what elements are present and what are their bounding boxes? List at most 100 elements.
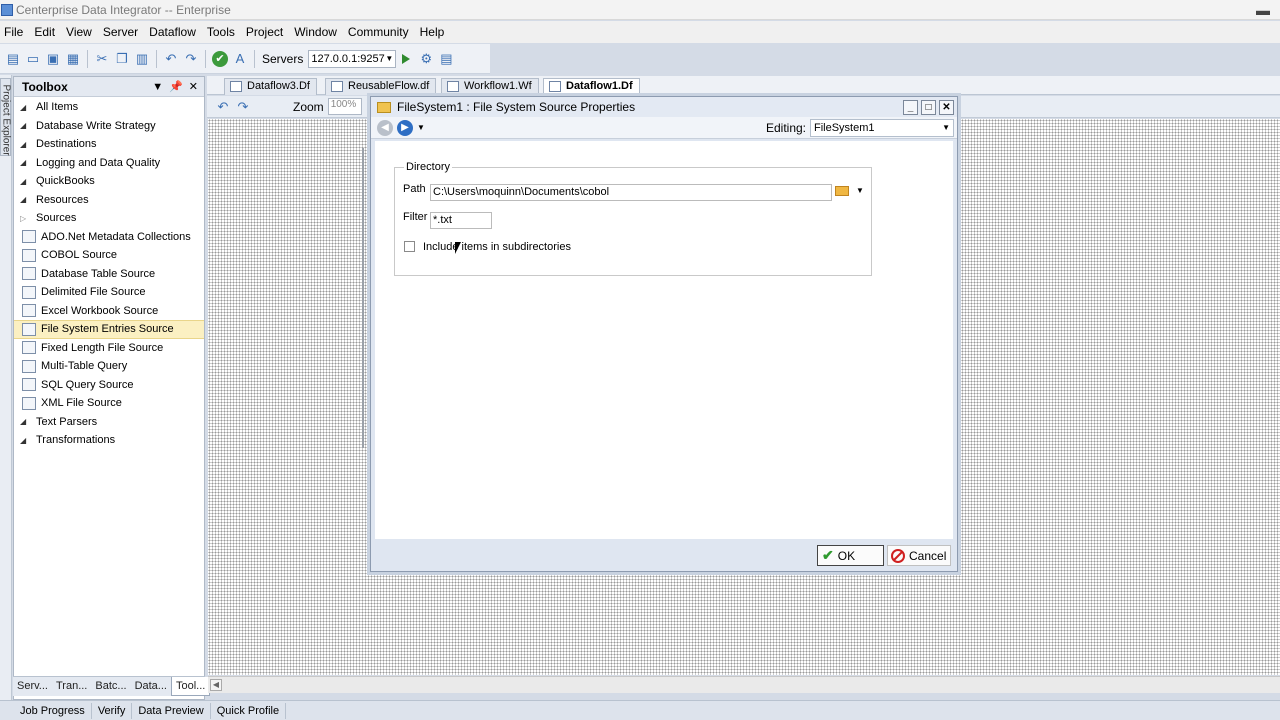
back-arrow-icon[interactable]: ◀ bbox=[377, 119, 393, 136]
bottom-tab[interactable]: Job Progress bbox=[14, 702, 92, 719]
collapse-arrow-icon[interactable]: ◢ bbox=[20, 158, 36, 167]
close-icon[interactable]: ✕ bbox=[939, 99, 954, 115]
save-icon[interactable]: ▣ bbox=[43, 49, 63, 69]
collapse-arrow-icon[interactable]: ◢ bbox=[20, 121, 36, 130]
panel-tab[interactable]: Batc... bbox=[91, 677, 130, 696]
panel-tab[interactable]: Serv... bbox=[13, 677, 52, 696]
toolbox-category[interactable]: ◢ All Items bbox=[14, 98, 204, 117]
copy-icon[interactable]: ❐ bbox=[112, 49, 132, 69]
redo-icon[interactable]: ↷ bbox=[181, 49, 201, 69]
menu-dataflow[interactable]: Dataflow bbox=[145, 25, 203, 39]
ok-button[interactable]: ✔ OK bbox=[817, 545, 884, 566]
font-icon[interactable]: A bbox=[230, 49, 250, 69]
open-folder-icon[interactable]: ▭ bbox=[23, 49, 43, 69]
toolbox-category[interactable]: ◢ Text Parsers bbox=[14, 413, 204, 432]
toolbox-category[interactable]: ◢ Destinations bbox=[14, 135, 204, 154]
doc-tab[interactable]: Dataflow1.Df bbox=[543, 78, 640, 95]
menu-file[interactable]: File bbox=[0, 25, 30, 39]
include-subdirectories-checkbox[interactable] bbox=[404, 241, 415, 252]
cut-icon[interactable]: ✂ bbox=[92, 49, 112, 69]
doc-tab[interactable]: ReusableFlow.df bbox=[325, 78, 437, 95]
chevron-down-icon[interactable]: ▼ bbox=[417, 123, 425, 132]
editing-select[interactable]: FileSystem1 ▼ bbox=[810, 118, 954, 137]
close-icon[interactable]: ✕ bbox=[189, 80, 198, 93]
filter-input[interactable]: *.txt bbox=[430, 212, 492, 229]
panel-tab[interactable]: Data... bbox=[131, 677, 171, 696]
toolbox-item[interactable]: COBOL Source bbox=[14, 246, 204, 265]
forward-arrow-icon[interactable]: ▶ bbox=[397, 119, 413, 136]
menu-server[interactable]: Server bbox=[99, 25, 145, 39]
undo-icon[interactable]: ↶ bbox=[161, 49, 181, 69]
panel-tab[interactable]: Tran... bbox=[52, 677, 91, 696]
toolbox-item[interactable]: Delimited File Source bbox=[14, 283, 204, 302]
include-subdirectories-label[interactable]: Include items in subdirectories bbox=[423, 241, 571, 253]
toolbox-item[interactable]: Multi-Table Query bbox=[14, 357, 204, 376]
bottom-tab[interactable]: Quick Profile bbox=[211, 702, 287, 719]
server-select[interactable]: 127.0.0.1:9257 ▼ bbox=[308, 49, 397, 68]
toolbox-category[interactable]: ◢ Resources bbox=[14, 191, 204, 210]
server-manage-icon[interactable]: ▤ bbox=[436, 49, 456, 69]
zoom-input[interactable]: 100% bbox=[327, 98, 362, 115]
toolbox-item-label: Logging and Data Quality bbox=[36, 156, 161, 169]
browse-folder-icon[interactable] bbox=[835, 186, 849, 196]
dialog-nav: ◀ ▶ ▼ Editing: FileSystem1 ▼ bbox=[371, 117, 957, 139]
server-connect-icon[interactable]: ⚙ bbox=[416, 49, 436, 69]
directory-group: Directory Path C:\Users\moquinn\Document… bbox=[394, 161, 872, 276]
collapse-arrow-icon[interactable]: ◢ bbox=[20, 103, 36, 112]
menu-window[interactable]: Window bbox=[290, 25, 344, 39]
paste-icon[interactable]: ▥ bbox=[132, 49, 152, 69]
scroll-left-icon[interactable]: ◀ bbox=[210, 679, 222, 691]
minimize-icon[interactable]: _ bbox=[903, 99, 918, 115]
menu-edit[interactable]: Edit bbox=[30, 25, 62, 39]
toolbox-item[interactable]: SQL Query Source bbox=[14, 376, 204, 395]
menu-view[interactable]: View bbox=[62, 25, 99, 39]
toolbox-item[interactable]: XML File Source bbox=[14, 394, 204, 413]
collapse-arrow-icon[interactable]: ◢ bbox=[20, 195, 36, 204]
toolbox-item[interactable]: Excel Workbook Source bbox=[14, 302, 204, 321]
toolbox-item-label: Delimited File Source bbox=[41, 286, 146, 299]
menu-community[interactable]: Community bbox=[344, 25, 416, 39]
save-all-icon[interactable]: ▦ bbox=[63, 49, 83, 69]
verify-check-icon[interactable]: ✔ bbox=[212, 50, 228, 67]
undo-icon[interactable]: ↶ bbox=[213, 97, 233, 117]
bottom-tab[interactable]: Data Preview bbox=[132, 702, 211, 719]
toolbox-category[interactable]: ◢ Transformations bbox=[14, 431, 204, 450]
toolbox-category[interactable]: ◢ Database Write Strategy bbox=[14, 117, 204, 136]
servers-label: Servers bbox=[262, 51, 304, 66]
project-explorer-label: Project Explorer bbox=[0, 84, 12, 156]
redo-icon[interactable]: ↷ bbox=[233, 97, 253, 117]
panel-tab[interactable]: Tool... bbox=[170, 677, 211, 696]
toolbox-category[interactable]: ◢ Logging and Data Quality bbox=[14, 154, 204, 173]
toolbox-category[interactable]: ▷ Sources bbox=[14, 209, 204, 228]
project-explorer-tab[interactable]: Project Explorer bbox=[0, 78, 12, 156]
doc-tab-label: Dataflow1.Df bbox=[566, 80, 633, 92]
toolbox-item[interactable]: Database Table Source bbox=[14, 265, 204, 284]
collapse-arrow-icon[interactable]: ◢ bbox=[20, 417, 36, 426]
maximize-icon[interactable]: □ bbox=[921, 99, 936, 115]
menu-help[interactable]: Help bbox=[416, 25, 452, 39]
menu-tools[interactable]: Tools bbox=[203, 25, 242, 39]
toolbox-item-label: Text Parsers bbox=[36, 415, 98, 428]
chevron-down-icon[interactable]: ▼ bbox=[856, 186, 864, 195]
horizontal-scrollbar[interactable]: ◀ bbox=[208, 676, 1280, 693]
doc-tab[interactable]: Workflow1.Wf bbox=[441, 78, 539, 95]
toolbox-item-label: COBOL Source bbox=[41, 249, 118, 262]
menu-project[interactable]: Project bbox=[242, 25, 290, 39]
new-icon[interactable]: ▤ bbox=[3, 49, 23, 69]
collapse-arrow-icon[interactable]: ◢ bbox=[20, 436, 36, 445]
collapse-arrow-icon[interactable]: ◢ bbox=[20, 140, 36, 149]
toolbox-category[interactable]: ◢ QuickBooks bbox=[14, 172, 204, 191]
run-icon[interactable] bbox=[402, 53, 411, 64]
collapse-arrow-icon[interactable]: ◢ bbox=[20, 177, 36, 186]
doc-tab[interactable]: Dataflow3.Df bbox=[224, 78, 317, 95]
pin-icon[interactable]: 📌 bbox=[169, 80, 183, 93]
cancel-button[interactable]: Cancel bbox=[887, 545, 951, 566]
minimize-icon[interactable]: ▬ bbox=[1256, 2, 1270, 18]
bottom-tab[interactable]: Verify bbox=[92, 702, 133, 719]
chevron-down-icon[interactable]: ▼ bbox=[152, 81, 163, 93]
toolbox-item[interactable]: ADO.Net Metadata Collections bbox=[14, 228, 204, 247]
expand-arrow-icon[interactable]: ▷ bbox=[20, 214, 36, 223]
toolbox-item[interactable]: Fixed Length File Source bbox=[14, 339, 204, 358]
path-input[interactable]: C:\Users\moquinn\Documents\cobol bbox=[430, 184, 832, 201]
toolbox-item[interactable]: File System Entries Source bbox=[14, 320, 204, 339]
